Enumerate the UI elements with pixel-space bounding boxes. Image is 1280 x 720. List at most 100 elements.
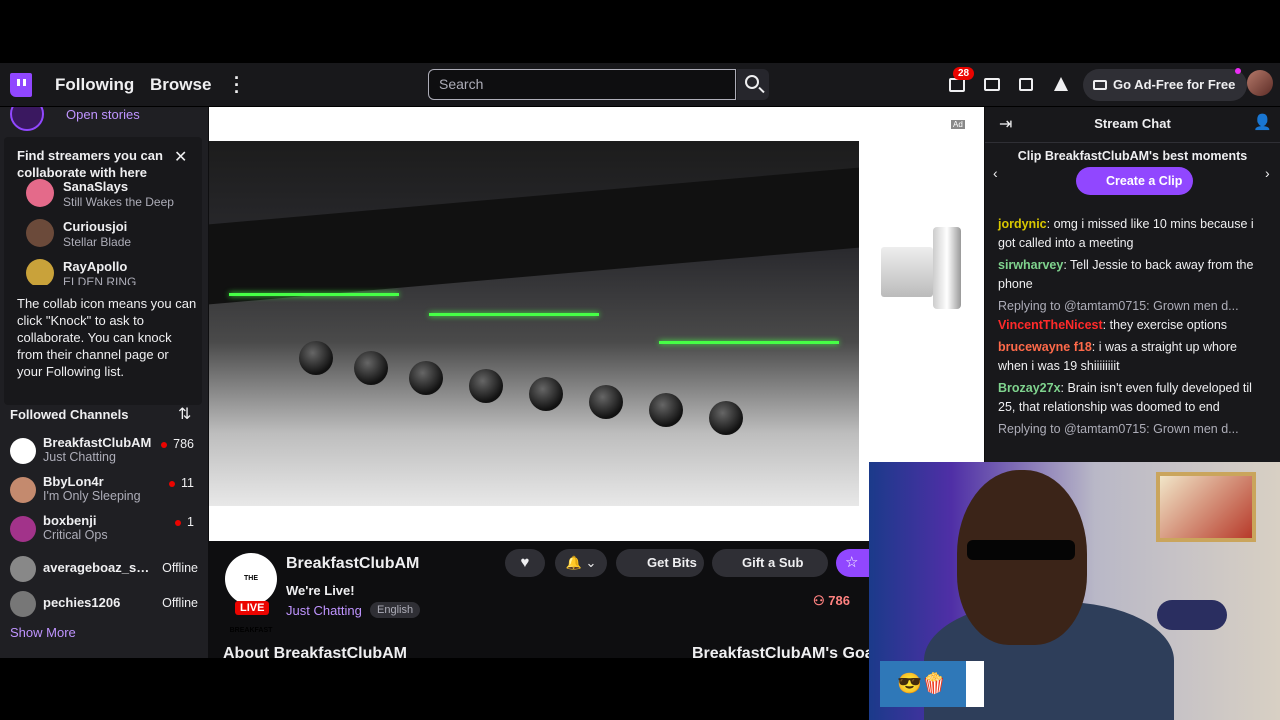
- nav-browse[interactable]: Browse: [150, 75, 211, 95]
- prime-crown-icon[interactable]: [1054, 77, 1068, 91]
- video-frame[interactable]: [209, 141, 859, 506]
- avatar: [26, 179, 54, 207]
- reply-context[interactable]: Replying to @tamtam0715: Grown men d...: [998, 420, 1270, 439]
- followed-channel[interactable]: averageboaz_sp... Offline: [10, 553, 200, 589]
- avatar: [10, 477, 36, 503]
- collab-channel[interactable]: Curiousjoi Stellar Blade: [26, 217, 191, 253]
- followed-channel[interactable]: pechies1206 Offline: [10, 588, 200, 624]
- go-ad-free-button[interactable]: Go Ad-Free for Free: [1083, 69, 1248, 101]
- stories-avatar[interactable]: [10, 107, 44, 131]
- channel-name: pechies1206: [43, 595, 121, 610]
- user-avatar[interactable]: [1247, 70, 1273, 96]
- goals-heading: BreakfastClubAM's Goals: [692, 645, 887, 658]
- channel-name: BreakfastClubAM: [43, 435, 152, 450]
- channel-game: ELDEN RING: [63, 275, 137, 285]
- channel-game: Just Chatting: [43, 450, 116, 464]
- channel-game: I'm Only Sleeping: [43, 489, 141, 503]
- star-icon: ☆: [845, 554, 859, 571]
- category-link[interactable]: Just Chatting: [286, 603, 362, 618]
- webcam-overlay: 😎🍿: [869, 462, 1280, 720]
- chat-username[interactable]: jordynic: [998, 217, 1047, 231]
- followed-channel[interactable]: boxbenji Critical Ops 1: [10, 513, 200, 549]
- video-scene: [429, 313, 599, 316]
- chat-username[interactable]: Brozay27x: [998, 381, 1061, 395]
- viewer-count: 11: [169, 476, 194, 490]
- bell-icon: 🔔: [565, 555, 582, 570]
- chat-message: jordynic: omg i missed like 10 mins beca…: [998, 215, 1270, 253]
- activity-feed-icon[interactable]: [1019, 78, 1033, 91]
- search-button[interactable]: [737, 69, 769, 100]
- chat-message: Brozay27x: Brain isn't even fully develo…: [998, 379, 1270, 417]
- viewer-icon: ⚇: [813, 593, 829, 608]
- avatar: [10, 591, 36, 617]
- go-ad-free-label: Go Ad-Free for Free: [1113, 77, 1236, 92]
- more-menu-icon[interactable]: · · ·: [234, 69, 240, 101]
- channel-name: averageboaz_sp...: [43, 560, 153, 575]
- avatar: [10, 516, 36, 542]
- chat-username[interactable]: VincentTheNicest: [998, 318, 1103, 332]
- sidebar: Open stories Find streamers you can coll…: [0, 107, 208, 658]
- chat-message: brucewayne f18: i was a straight up whor…: [998, 338, 1270, 376]
- subscribe-button[interactable]: ☆: [836, 549, 870, 577]
- video-scene: [469, 369, 503, 403]
- channel-game: Stellar Blade: [63, 235, 132, 249]
- search-input[interactable]: Search: [428, 69, 736, 100]
- channel-name: boxbenji: [43, 513, 97, 528]
- chevron-right-icon[interactable]: ›: [1265, 165, 1270, 181]
- sort-icon[interactable]: ⇅: [178, 404, 191, 424]
- channel-name: BbyLon4r: [43, 474, 104, 489]
- channel-game: Critical Ops: [43, 528, 108, 542]
- gift-sub-button[interactable]: Gift a Sub: [712, 549, 828, 577]
- top-nav: Following Browse · · · Search 28 Go Ad-Fre…: [0, 63, 1280, 107]
- video-scene: [659, 341, 839, 344]
- collab-channel[interactable]: SanaSlays Still Wakes the Deep: [26, 177, 191, 213]
- chat-username[interactable]: brucewayne f18: [998, 340, 1092, 354]
- get-bits-label: Get Bits: [647, 555, 697, 570]
- followed-channel[interactable]: BbyLon4r I'm Only Sleeping 11: [10, 474, 200, 510]
- notifications-icon[interactable]: [949, 78, 965, 92]
- channel-name[interactable]: BreakfastClubAM: [286, 555, 419, 573]
- follow-button[interactable]: ♥: [505, 549, 545, 577]
- search-icon: [745, 75, 759, 89]
- stream-title: We're Live!: [286, 583, 355, 598]
- avatar: [26, 219, 54, 247]
- language-tag[interactable]: English: [370, 602, 421, 618]
- channel-name: RayApollo: [63, 259, 128, 274]
- close-icon[interactable]: ✕: [174, 147, 187, 167]
- chat-title: Stream Chat: [1094, 116, 1171, 131]
- avatar: [26, 259, 54, 285]
- chevron-left-icon[interactable]: ‹: [993, 165, 998, 181]
- video-scene: [589, 385, 623, 419]
- heart-icon: ♥: [520, 554, 530, 571]
- video-player[interactable]: Ad: [209, 107, 984, 541]
- followed-channel[interactable]: BreakfastClubAM Just Chatting 786: [10, 435, 200, 471]
- twitch-logo-icon[interactable]: [10, 73, 32, 97]
- avatar: [10, 556, 36, 582]
- chat-username[interactable]: sirwharvey: [998, 258, 1063, 272]
- reply-context[interactable]: Replying to @tamtam0715: Grown men d...: [998, 297, 1270, 316]
- sunglasses: [967, 540, 1075, 560]
- emoji-overlay: 😎🍿: [880, 661, 984, 707]
- video-scene: [409, 361, 443, 395]
- video-scene: [529, 377, 563, 411]
- viewer-count-value: 786: [828, 593, 850, 608]
- channel-status: Offline: [162, 561, 198, 575]
- create-clip-button[interactable]: Create a Clip: [1076, 167, 1193, 195]
- video-scene: [299, 341, 333, 375]
- notifications-button[interactable]: 🔔 ⌄: [555, 549, 607, 577]
- gift-sub-label: Gift a Sub: [742, 555, 804, 570]
- community-icon[interactable]: 👤: [1253, 113, 1272, 131]
- collab-channel[interactable]: RayApollo ELDEN RING: [26, 257, 191, 285]
- show-more-link[interactable]: Show More: [10, 625, 76, 640]
- channel-game: Still Wakes the Deep: [63, 195, 174, 209]
- chat-text: : they exercise options: [1102, 318, 1228, 332]
- whispers-icon[interactable]: [984, 78, 1000, 91]
- clip-banner: ‹ Clip BreakfastClubAM's best moments Cr…: [985, 143, 1280, 199]
- avatar: [10, 438, 36, 464]
- channel-logo[interactable]: THE BREAKFAST CLUB: [225, 553, 277, 634]
- open-stories-link[interactable]: Open stories: [66, 107, 140, 122]
- channel-name: SanaSlays: [63, 179, 129, 194]
- clip-prompt: Clip BreakfastClubAM's best moments: [1017, 149, 1248, 163]
- nav-following[interactable]: Following: [55, 75, 134, 95]
- get-bits-button[interactable]: Get Bits: [616, 549, 704, 577]
